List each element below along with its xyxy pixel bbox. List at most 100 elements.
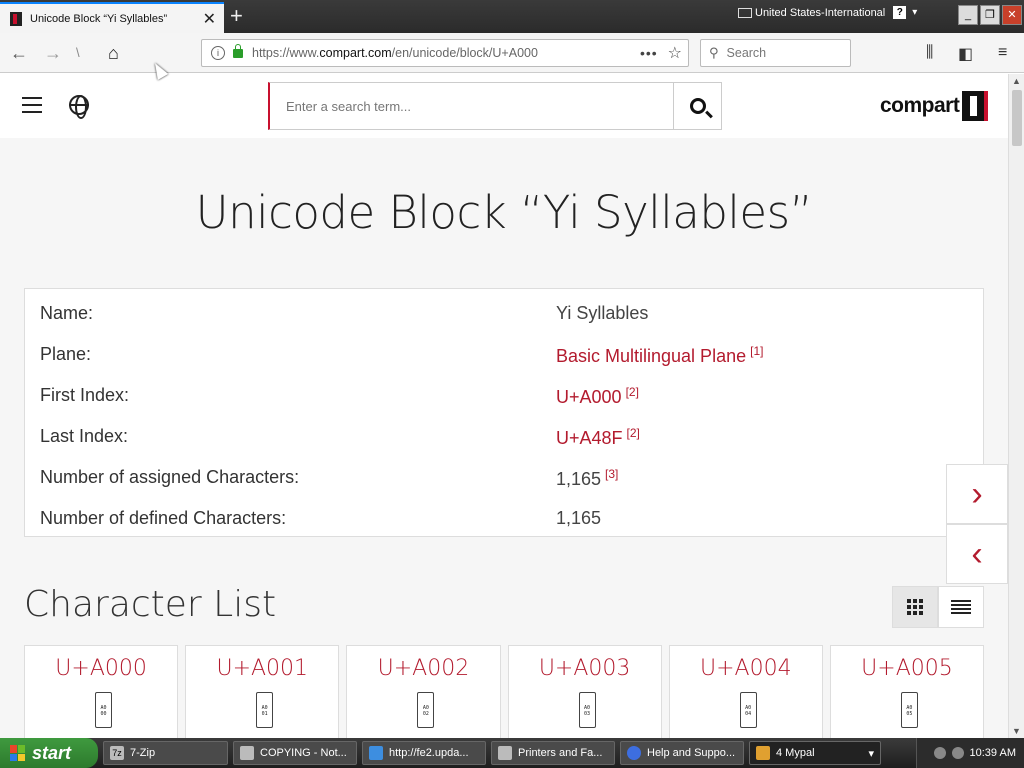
minimize-button[interactable]: _ bbox=[958, 5, 978, 25]
scrollbar-thumb[interactable] bbox=[1012, 90, 1022, 146]
secure-lock-icon bbox=[233, 43, 243, 58]
page-scrollbar[interactable]: ▲ ▼ bbox=[1008, 74, 1024, 738]
taskbar-item-notepad[interactable]: COPYING - Not... bbox=[233, 741, 357, 765]
browser-tab-active[interactable]: Unicode Block “Yi Syllables” ✕ bbox=[0, 2, 224, 33]
restore-button[interactable]: ❐ bbox=[980, 5, 1000, 25]
forward-arrow-icon[interactable]: → bbox=[44, 43, 62, 64]
sidebar-toggle-icon[interactable]: ◧ bbox=[958, 44, 973, 64]
library-icon[interactable]: ⫼ bbox=[926, 44, 933, 62]
browser-search-placeholder: Search bbox=[726, 46, 767, 60]
last-index-link[interactable]: U+A48F bbox=[556, 428, 623, 448]
site-info-icon[interactable]: i bbox=[211, 46, 225, 60]
footnote-ref[interactable]: [2] bbox=[626, 385, 639, 399]
menu-icon[interactable]: ≡ bbox=[998, 44, 1007, 62]
task-label: http://fe2.upda... bbox=[389, 747, 469, 759]
site-header: Enter a search term... compart bbox=[0, 74, 1008, 138]
url-prefix: https://www. bbox=[252, 46, 320, 60]
globe-language-icon[interactable] bbox=[69, 95, 89, 119]
character-code[interactable]: U+A000 bbox=[25, 656, 177, 681]
hamburger-menu-icon[interactable] bbox=[22, 97, 42, 113]
clock[interactable]: 10:39 AM bbox=[970, 747, 1016, 759]
character-code[interactable]: U+A002 bbox=[347, 656, 499, 681]
taskbar-item-help[interactable]: Help and Suppo... bbox=[620, 741, 744, 765]
scroll-up-icon[interactable]: ▲ bbox=[1012, 76, 1021, 86]
taskbar-item-printers[interactable]: Printers and Fa... bbox=[491, 741, 615, 765]
character-code[interactable]: U+A005 bbox=[831, 656, 983, 681]
missing-glyph-icon: A0 05 bbox=[900, 692, 918, 728]
back-arrow-icon[interactable]: ← bbox=[10, 43, 28, 64]
page-title: Unicode Block “Yi Syllables” bbox=[195, 186, 813, 239]
taskbar-item-7zip[interactable]: 7z 7-Zip bbox=[103, 741, 228, 765]
list-view-button[interactable] bbox=[938, 586, 984, 628]
footnote-ref[interactable]: [2] bbox=[627, 426, 640, 440]
info-value[interactable]: U+A000 [2] bbox=[556, 385, 639, 408]
language-menu-chevron-icon[interactable]: ▾ bbox=[912, 7, 917, 18]
next-block-button[interactable]: › bbox=[946, 464, 1008, 524]
character-card[interactable]: U+A004 A0 04 bbox=[668, 645, 823, 738]
logo-mark-icon bbox=[962, 91, 989, 121]
first-index-link[interactable]: U+A000 bbox=[556, 387, 622, 407]
footnote-ref[interactable]: [1] bbox=[750, 344, 763, 358]
ie-icon bbox=[369, 746, 383, 760]
taskbar-item-mypal[interactable]: 4 Mypal ▾ bbox=[749, 741, 881, 765]
character-code[interactable]: U+A001 bbox=[186, 656, 338, 681]
compart-logo[interactable]: compart bbox=[880, 91, 989, 121]
url-path: /en/unicode/block/U+A000 bbox=[391, 46, 538, 60]
info-value[interactable]: Basic Multilingual Plane [1] bbox=[556, 344, 763, 367]
help-icon bbox=[627, 746, 641, 760]
scroll-down-icon[interactable]: ▼ bbox=[1012, 726, 1021, 736]
info-label: First Index: bbox=[40, 385, 130, 405]
mypal-icon bbox=[756, 746, 770, 760]
character-code[interactable]: U+A003 bbox=[509, 656, 661, 681]
missing-glyph-icon: A0 03 bbox=[578, 692, 596, 728]
footnote-ref[interactable]: [3] bbox=[605, 467, 618, 481]
chevron-down-icon: ▾ bbox=[868, 747, 874, 760]
info-label: Last Index: bbox=[40, 426, 129, 446]
help-icon[interactable]: ? bbox=[893, 6, 907, 19]
missing-glyph-icon: A0 02 bbox=[417, 692, 435, 728]
language-label: United States-International bbox=[755, 6, 886, 19]
character-card[interactable]: U+A000 A0 00 bbox=[24, 645, 179, 738]
page-actions-icon[interactable]: ••• bbox=[640, 45, 658, 61]
browser-search-field[interactable]: ⚲ Search bbox=[700, 39, 851, 67]
plane-link[interactable]: Basic Multilingual Plane bbox=[556, 346, 746, 366]
info-value[interactable]: U+A48F [2] bbox=[556, 426, 640, 449]
url-text[interactable]: https://www.compart.com/en/unicode/block… bbox=[252, 46, 640, 60]
new-tab-button[interactable]: + bbox=[230, 3, 243, 29]
close-window-button[interactable]: ✕ bbox=[1002, 5, 1022, 25]
tab-close-icon[interactable]: ✕ bbox=[203, 9, 216, 29]
character-card[interactable]: U+A002 A0 02 bbox=[346, 645, 501, 738]
bookmark-star-icon[interactable]: ☆ bbox=[668, 43, 682, 63]
info-value: Yi Syllables bbox=[556, 303, 648, 324]
info-row: Number of defined Characters: 1,165 bbox=[25, 500, 983, 541]
language-bar[interactable]: United States-International ? ▾ bbox=[738, 6, 917, 19]
view-toggle bbox=[892, 586, 984, 628]
info-row: Number of assigned Characters: 1,165 [3] bbox=[25, 459, 983, 500]
tray-volume-icon[interactable] bbox=[951, 747, 964, 759]
character-card[interactable]: U+A001 A0 01 bbox=[185, 645, 340, 738]
taskbar-item-ie[interactable]: http://fe2.upda... bbox=[362, 741, 486, 765]
site-search-input[interactable]: Enter a search term... bbox=[270, 83, 673, 129]
tray-network-icon[interactable] bbox=[933, 747, 946, 759]
keyboard-icon bbox=[738, 7, 752, 18]
system-tray: 10:39 AM bbox=[916, 738, 1024, 768]
start-button[interactable]: start bbox=[0, 738, 98, 768]
printer-icon bbox=[498, 746, 512, 760]
grid-view-button[interactable] bbox=[892, 586, 938, 628]
prev-block-button[interactable]: ‹ bbox=[946, 524, 1008, 584]
glyph-hex-bottom: 02 bbox=[422, 711, 429, 717]
character-code[interactable]: U+A004 bbox=[670, 656, 822, 681]
block-info-table: Name: Yi Syllables Plane: Basic Multilin… bbox=[24, 288, 984, 537]
home-icon[interactable]: ⌂ bbox=[108, 43, 119, 64]
search-icon bbox=[689, 98, 706, 114]
missing-glyph-icon: A0 00 bbox=[95, 692, 112, 728]
site-search-box[interactable]: Enter a search term... bbox=[268, 82, 722, 130]
info-label: Name: bbox=[40, 303, 94, 323]
info-value-text: 1,165 bbox=[556, 508, 602, 528]
address-bar[interactable]: i https://www.compart.com/en/unicode/blo… bbox=[201, 39, 689, 67]
character-card[interactable]: U+A003 A0 03 bbox=[507, 645, 662, 738]
missing-glyph-icon: A0 01 bbox=[256, 692, 274, 728]
character-card[interactable]: U+A005 A0 05 bbox=[829, 645, 985, 738]
site-search-button[interactable] bbox=[673, 83, 721, 129]
notepad-icon bbox=[240, 746, 254, 760]
